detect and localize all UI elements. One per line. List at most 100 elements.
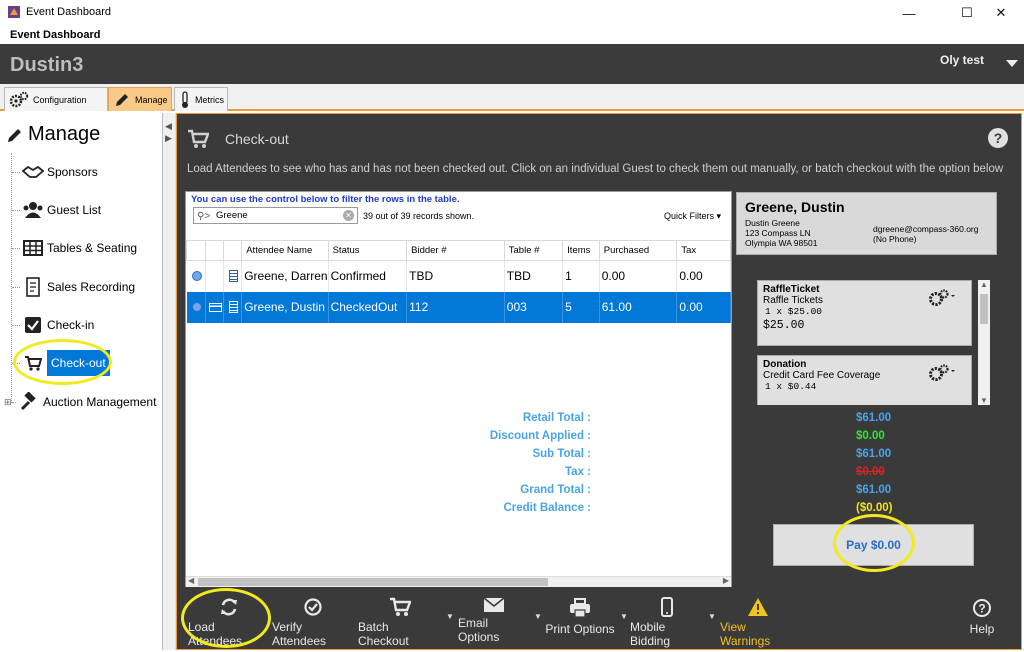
email-options-caret-icon[interactable]: ▼ (534, 612, 542, 621)
print-options-caret-icon[interactable]: ▼ (620, 612, 628, 621)
sidebar-splitter[interactable]: ◀ ▶ (163, 113, 176, 650)
retail-total-label: Retail Total : (522, 412, 591, 424)
help-icon[interactable]: ? (988, 128, 1008, 148)
col-table[interactable]: Table # (503, 240, 564, 261)
close-button[interactable]: ✕ (978, 0, 1024, 26)
tab-label: Metrics (195, 94, 224, 105)
collapse-chevron-icon[interactable]: ◀ (165, 121, 172, 132)
tab-configuration[interactable]: Configuration (4, 87, 108, 111)
cell-bidder: 112 (406, 291, 505, 323)
guest-email: dgreene@compass-360.org (873, 224, 979, 234)
minimize-button[interactable]: — (886, 0, 932, 26)
sidebar-item-auction-management[interactable]: ⊞ Auction Management (4, 388, 156, 416)
scroll-up-icon[interactable]: ▲ (980, 280, 988, 289)
sidebar-item-guest-list[interactable]: Guest List (12, 196, 101, 224)
mobile-bidding-button[interactable]: Mobile Bidding (630, 597, 704, 648)
thermometer-icon (182, 90, 188, 108)
item-card[interactable]: Donation Credit Card Fee Coverage 1 x $0… (757, 355, 972, 405)
retail-total-value: $61.00 (856, 412, 892, 424)
verify-attendees-button[interactable]: Verify Attendees (272, 597, 354, 648)
table-header-row: Attendee Name Status Bidder # Table # It… (186, 240, 731, 261)
user-name[interactable]: Oly test (940, 53, 984, 67)
col-purchased[interactable]: Purchased (598, 240, 678, 261)
scroll-right-icon[interactable]: ▶ (723, 576, 729, 585)
menu-bar: Event Dashboard (0, 26, 1024, 44)
print-options-button[interactable]: Print Options (544, 597, 616, 643)
scroll-left-icon[interactable]: ◀ (188, 576, 194, 585)
col-items[interactable]: Items (562, 240, 600, 261)
filter-input[interactable]: ⚲˃ Greene ✕ (193, 207, 358, 224)
col-select[interactable] (186, 240, 206, 261)
col-card[interactable] (204, 240, 224, 261)
col-tax[interactable]: Tax (676, 240, 731, 261)
cell-tax: 0.00 (676, 291, 731, 323)
toolbar-label: Print Options (545, 622, 615, 636)
table-row[interactable]: Greene, Darren Confirmed TBD TBD 1 0.00 … (186, 260, 731, 292)
col-doc[interactable] (222, 240, 243, 261)
sidebar-item-check-in[interactable]: Check-in (12, 311, 94, 339)
scroll-down-icon[interactable]: ▼ (980, 396, 988, 405)
item-options-gear-icon[interactable] (928, 364, 956, 382)
items-scrollbar[interactable]: ▲ ▼ (978, 280, 990, 405)
credit-balance-label: Credit Balance : (503, 502, 591, 514)
col-status[interactable]: Status (327, 240, 408, 261)
scrollbar-thumb[interactable] (198, 578, 548, 586)
cell-bidder: TBD (406, 260, 505, 292)
highlight-ring (13, 339, 112, 385)
help-button[interactable]: ? Help (962, 597, 1002, 643)
row-status-dot[interactable] (186, 260, 206, 292)
tab-manage[interactable]: Manage (108, 87, 172, 111)
toolbar-label: View Warnings (720, 620, 771, 648)
cell-tax: 0.00 (676, 260, 731, 292)
toolbar-label: Verify Attendees (272, 620, 327, 648)
view-warnings-button[interactable]: View Warnings (720, 597, 796, 648)
mobile-bidding-caret-icon[interactable]: ▼ (708, 612, 716, 621)
discount-value: $0.00 (856, 430, 885, 442)
expand-icon[interactable]: ⊞ (4, 397, 12, 408)
item-card[interactable]: RaffleTicket Raffle Tickets 1 x $25.00 $… (757, 280, 972, 346)
subtotal-value: $61.00 (856, 448, 892, 460)
guest-phone: (No Phone) (873, 234, 917, 244)
toolbar-label: Email Options (458, 616, 500, 644)
subtotal-label: Sub Total : (532, 448, 591, 460)
item-options-gear-icon[interactable] (928, 289, 956, 307)
document-icon[interactable] (223, 291, 243, 323)
cell-table: 003 (504, 291, 564, 323)
sidebar-item-tables-seating[interactable]: Tables & Seating (12, 234, 137, 262)
credit-balance-value: ($0.00) (856, 502, 893, 514)
col-attendee-name[interactable]: Attendee Name (241, 240, 329, 261)
highlight-ring (181, 588, 271, 648)
batch-checkout-button[interactable]: Batch Checkout (358, 597, 442, 648)
grand-total-value: $61.00 (856, 484, 892, 496)
menu-title: Event Dashboard (10, 29, 101, 41)
checkout-panel: Check-out ? Load Attendees to see who ha… (176, 113, 1022, 650)
expand-chevron-icon[interactable]: ▶ (165, 133, 172, 144)
user-menu-caret-icon[interactable] (1006, 60, 1018, 67)
quick-filters-dropdown[interactable]: Quick Filters ▾ (664, 211, 721, 222)
gavel-icon (18, 391, 40, 413)
sidebar-item-label: Sponsors (47, 165, 98, 179)
table-row[interactable]: Greene, Dustin CheckedOut 112 003 5 61.0… (186, 291, 731, 323)
app-icon (7, 5, 21, 19)
sidebar-item-sales-recording[interactable]: Sales Recording (12, 273, 135, 301)
row-status-dot[interactable] (186, 291, 206, 323)
filter-hint: You can use the control below to filter … (191, 194, 460, 205)
horizontal-scrollbar[interactable]: ◀ ▶ (186, 576, 731, 587)
records-count: 39 out of 39 records shown. (363, 211, 475, 221)
guest-card: Greene, Dustin Dustin Greene 123 Compass… (736, 192, 997, 255)
toolbar-label: Mobile Bidding (630, 620, 671, 648)
bottom-toolbar: Load Attendees Verify Attendees Batch Ch… (178, 589, 1022, 649)
scrollbar-thumb[interactable] (980, 294, 988, 324)
tab-metrics[interactable]: Metrics (174, 87, 228, 111)
batch-checkout-caret-icon[interactable]: ▼ (446, 612, 454, 621)
sidebar-item-sponsors[interactable]: Sponsors (12, 158, 98, 186)
handshake-icon (22, 161, 44, 183)
mobile-phone-icon (655, 597, 679, 617)
clear-filter-icon[interactable]: ✕ (343, 210, 354, 221)
email-options-button[interactable]: Email Options (458, 597, 530, 644)
sidebar-item-label: Check-in (47, 318, 95, 332)
document-icon[interactable] (223, 260, 243, 292)
tab-label: Manage (135, 94, 168, 105)
col-bidder[interactable]: Bidder # (406, 240, 505, 261)
sidebar-heading: Manage (6, 123, 100, 146)
